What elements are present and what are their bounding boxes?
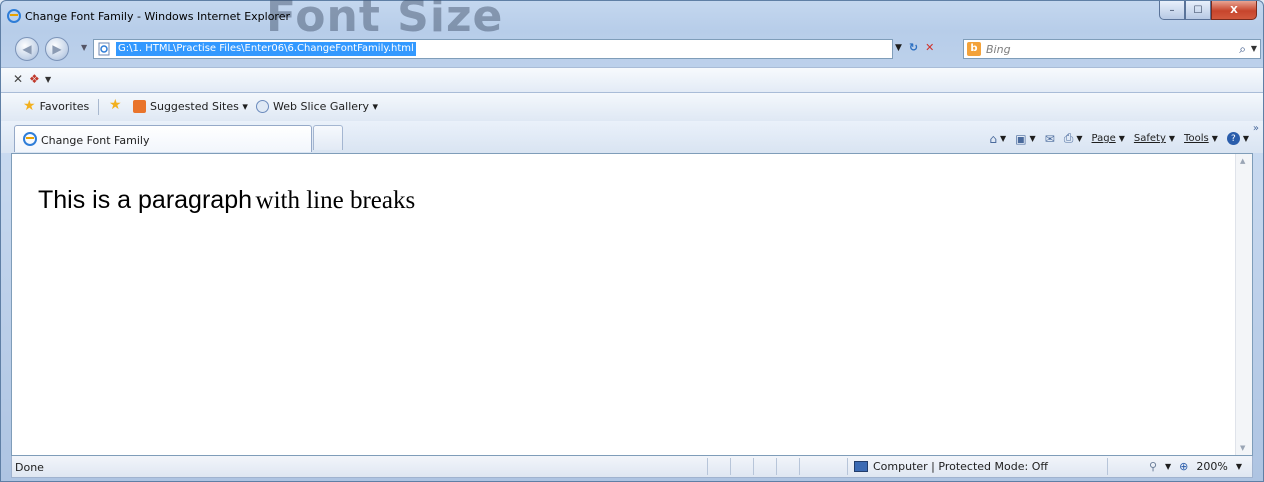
stop-icon[interactable]: ✕ bbox=[925, 41, 934, 54]
computer-icon bbox=[854, 461, 868, 472]
paragraph-sans-text: This is a paragraph bbox=[38, 186, 253, 214]
mail-icon: ✉ bbox=[1044, 131, 1055, 146]
search-options-dropdown[interactable]: ▼ bbox=[1251, 44, 1257, 53]
status-text: Done bbox=[15, 461, 44, 474]
favorites-star-icon: ★ bbox=[23, 98, 36, 114]
tab-ie-icon bbox=[23, 132, 37, 146]
page-menu-label: Page bbox=[1091, 133, 1116, 144]
bing-logo-icon: b bbox=[967, 42, 981, 56]
addon-dropdown-icon[interactable]: ▼ bbox=[45, 75, 51, 84]
print-icon: ⎙ bbox=[1063, 131, 1074, 145]
protected-mode-icon[interactable]: ⚲ bbox=[1149, 460, 1157, 473]
close-toolbar-icon[interactable]: ✕ bbox=[13, 72, 23, 86]
status-separator bbox=[847, 458, 848, 475]
feeds-button[interactable]: ▣ ▼ bbox=[1015, 132, 1036, 146]
tab-change-font-family[interactable]: Change Font Family bbox=[14, 125, 312, 152]
safety-menu-label: Safety bbox=[1133, 133, 1166, 144]
suggested-sites-link[interactable]: Suggested Sites ▾ bbox=[133, 100, 248, 113]
search-box[interactable]: b Bing ⌕ ▼ bbox=[963, 39, 1261, 59]
minimize-button[interactable]: – bbox=[1159, 1, 1185, 20]
zoom-dropdown[interactable]: ▼ bbox=[1236, 462, 1242, 471]
tools-menu[interactable]: Tools ▼ bbox=[1184, 133, 1218, 144]
favorites-label: Favorites bbox=[39, 100, 90, 113]
zoom-icon[interactable]: ⊕ bbox=[1179, 460, 1188, 473]
page-content: This is a paragraph with line breaks ▲ ▼ bbox=[11, 153, 1253, 456]
new-tab-button[interactable] bbox=[313, 125, 343, 150]
page-icon bbox=[97, 42, 111, 56]
toolbar-overflow-icon[interactable]: » bbox=[1253, 123, 1259, 134]
help-menu[interactable]: ? ▼ bbox=[1226, 132, 1249, 145]
address-dropdown-icon[interactable]: ▼ bbox=[895, 43, 902, 53]
addon-bar: ✕ ❖ ▼ bbox=[1, 67, 1263, 93]
page-menu[interactable]: Page ▼ bbox=[1092, 133, 1125, 144]
recent-pages-dropdown[interactable]: ▼ bbox=[81, 43, 87, 52]
tab-label: Change Font Family bbox=[41, 134, 150, 147]
window-title: Change Font Family - Windows Internet Ex… bbox=[25, 10, 290, 23]
status-separator bbox=[799, 458, 800, 475]
command-bar: ⌂ ▼ ▣ ▼ ✉ ⎙ ▼ Page ▼ Safety ▼ Tools ▼ ? ▼ bbox=[989, 131, 1249, 146]
window-controls: – ☐ X bbox=[1159, 1, 1257, 20]
home-icon: ⌂ bbox=[989, 131, 998, 146]
web-slice-gallery-link[interactable]: Web Slice Gallery ▾ bbox=[256, 100, 378, 113]
status-separator bbox=[753, 458, 754, 475]
web-slice-icon bbox=[256, 100, 269, 113]
tools-menu-label: Tools bbox=[1184, 133, 1209, 144]
browser-window: Font Size Change Font Family - Windows I… bbox=[0, 0, 1264, 482]
paragraph: This is a paragraph with line breaks bbox=[38, 186, 415, 215]
back-button[interactable]: ◀ bbox=[15, 37, 39, 61]
ie-logo-icon bbox=[7, 9, 21, 23]
title-bar: Font Size Change Font Family - Windows I… bbox=[1, 0, 1263, 42]
refresh-icon[interactable]: ↻ bbox=[909, 41, 918, 54]
favorites-button[interactable]: ★ Favorites bbox=[23, 98, 90, 114]
favorites-separator bbox=[98, 99, 99, 115]
safety-menu[interactable]: Safety ▼ bbox=[1134, 133, 1175, 144]
scroll-up-icon[interactable]: ▲ bbox=[1240, 157, 1245, 165]
tab-bar: Change Font Family ⌂ ▼ ▣ ▼ ✉ ⎙ ▼ Page ▼ Safe… bbox=[1, 121, 1263, 153]
print-button[interactable]: ⎙ ▼ bbox=[1064, 131, 1083, 146]
status-separator bbox=[730, 458, 731, 475]
status-separator bbox=[707, 458, 708, 475]
maximize-button[interactable]: ☐ bbox=[1185, 1, 1211, 20]
zoom-level[interactable]: 200% bbox=[1196, 460, 1227, 473]
paragraph-serif-text: with line breaks bbox=[255, 187, 416, 214]
scroll-down-icon[interactable]: ▼ bbox=[1240, 444, 1245, 452]
address-bar[interactable]: G:\1. HTML\Practise Files\Enter06\6.Chan… bbox=[93, 39, 893, 59]
web-slice-gallery-label: Web Slice Gallery ▾ bbox=[273, 100, 379, 113]
add-to-favorites-bar-button[interactable]: ★ bbox=[109, 97, 122, 113]
home-button[interactable]: ⌂ ▼ bbox=[989, 132, 1006, 146]
url-text[interactable]: G:\1. HTML\Practise Files\Enter06\6.Chan… bbox=[116, 42, 416, 56]
status-separator bbox=[776, 458, 777, 475]
security-zone[interactable]: Computer | Protected Mode: Off bbox=[854, 460, 1048, 473]
status-separator bbox=[1107, 458, 1108, 475]
status-bar: Done Computer | Protected Mode: Off ⚲ ▼ … bbox=[11, 456, 1253, 478]
addon-icon[interactable]: ❖ bbox=[29, 72, 40, 86]
read-mail-button[interactable]: ✉ bbox=[1045, 132, 1055, 146]
close-button[interactable]: X bbox=[1211, 1, 1257, 20]
add-favorite-icon: ★ bbox=[109, 97, 122, 113]
search-placeholder: Bing bbox=[986, 43, 1011, 56]
suggested-sites-label: Suggested Sites ▾ bbox=[150, 100, 248, 113]
address-buttons: ▼ ↻ ✕ bbox=[895, 41, 934, 54]
zone-label: Computer | Protected Mode: Off bbox=[873, 460, 1048, 473]
favorites-bar: ★ Favorites ★ Suggested Sites ▾ Web Slic… bbox=[1, 93, 1263, 121]
zoom-controls: ⚲ ▼ ⊕ 200% ▼ bbox=[1149, 460, 1242, 473]
search-icon[interactable]: ⌕ bbox=[1239, 42, 1246, 57]
vertical-scrollbar[interactable]: ▲ ▼ bbox=[1235, 154, 1252, 455]
forward-button[interactable]: ▶ bbox=[45, 37, 69, 61]
feeds-icon: ▣ bbox=[1015, 131, 1027, 146]
help-icon: ? bbox=[1226, 132, 1240, 145]
navigation-bar: ◀ ▶ ▼ G:\1. HTML\Practise Files\Enter06\… bbox=[1, 35, 1263, 65]
protected-mode-dropdown[interactable]: ▼ bbox=[1165, 462, 1171, 471]
suggested-sites-icon bbox=[133, 100, 146, 113]
